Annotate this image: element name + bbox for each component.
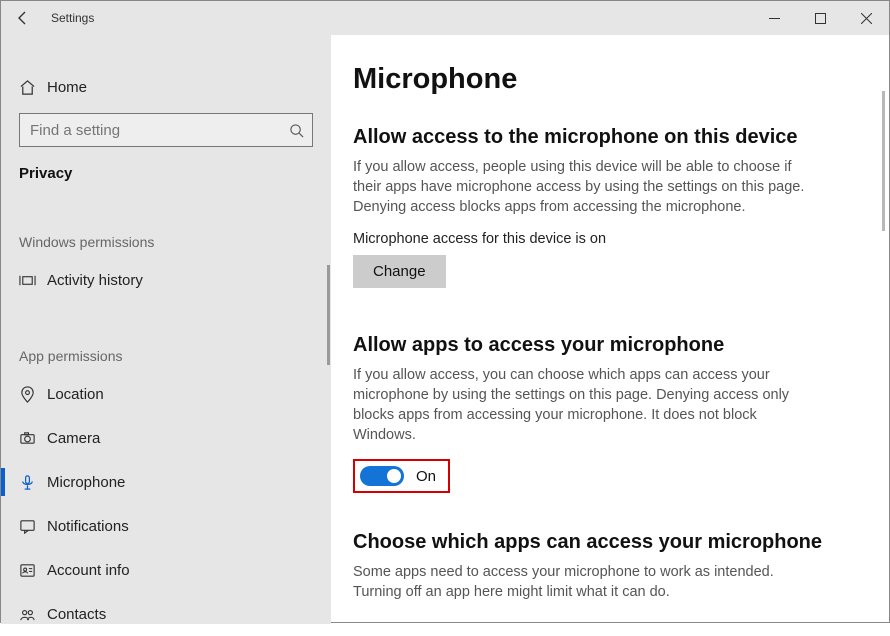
sidebar-item-label: Camera [47,430,100,447]
sidebar-item-label: Activity history [47,272,143,289]
sidebar-item-microphone[interactable]: Microphone [1,460,331,504]
section2-heading: Allow apps to access your microphone [353,334,881,357]
section1-heading: Allow access to the microphone on this d… [353,126,881,149]
sidebar: Home Privacy Windows permissions Activit… [1,35,331,624]
home-label: Home [47,79,87,96]
sidebar-item-label: Microphone [47,474,125,491]
location-icon [19,386,47,403]
sidebar-item-activity-history[interactable]: Activity history [1,258,331,302]
notifications-icon [19,518,47,535]
sidebar-item-label: Location [47,386,104,403]
account-info-icon [19,562,47,579]
close-button[interactable] [843,1,889,35]
search-icon [289,123,304,138]
main-content: Microphone Allow access to the microphon… [331,35,889,624]
activity-history-icon [19,272,47,289]
contacts-icon [19,606,47,623]
window-title: Settings [51,11,94,25]
camera-icon [19,430,47,447]
maximize-button[interactable] [797,1,843,35]
toggle-state-label: On [416,468,436,485]
search-box[interactable] [19,113,313,147]
section2-description: If you allow access, you can choose whic… [353,365,823,445]
group-header-app-permissions: App permissions [1,348,331,364]
home-icon [19,79,47,96]
sidebar-item-label: Contacts [47,606,106,623]
section3-description: Some apps need to access your microphone… [353,562,823,602]
group-header-windows-permissions: Windows permissions [1,234,331,250]
sidebar-item-location[interactable]: Location [1,372,331,416]
sidebar-item-label: Notifications [47,518,129,535]
category-label: Privacy [1,161,331,182]
main-scrollbar[interactable] [882,91,885,231]
sidebar-item-account-info[interactable]: Account info [1,548,331,592]
device-access-status: Microphone access for this device is on [353,231,881,247]
microphone-icon [19,474,47,491]
sidebar-item-camera[interactable]: Camera [1,416,331,460]
change-button[interactable]: Change [353,255,446,288]
section3-heading: Choose which apps can access your microp… [353,531,881,554]
section1-description: If you allow access, people using this d… [353,157,823,217]
sidebar-item-label: Account info [47,562,130,579]
page-title: Microphone [353,63,881,96]
minimize-button[interactable] [751,1,797,35]
search-input[interactable] [28,121,289,140]
home-nav[interactable]: Home [1,67,331,107]
sidebar-item-contacts[interactable]: Contacts [1,592,331,636]
sidebar-scrollbar[interactable] [327,265,330,365]
titlebar: Settings [1,1,889,35]
back-button[interactable] [1,1,45,35]
allow-apps-toggle[interactable] [360,466,404,486]
allow-apps-toggle-wrap: On [353,459,450,493]
sidebar-item-notifications[interactable]: Notifications [1,504,331,548]
